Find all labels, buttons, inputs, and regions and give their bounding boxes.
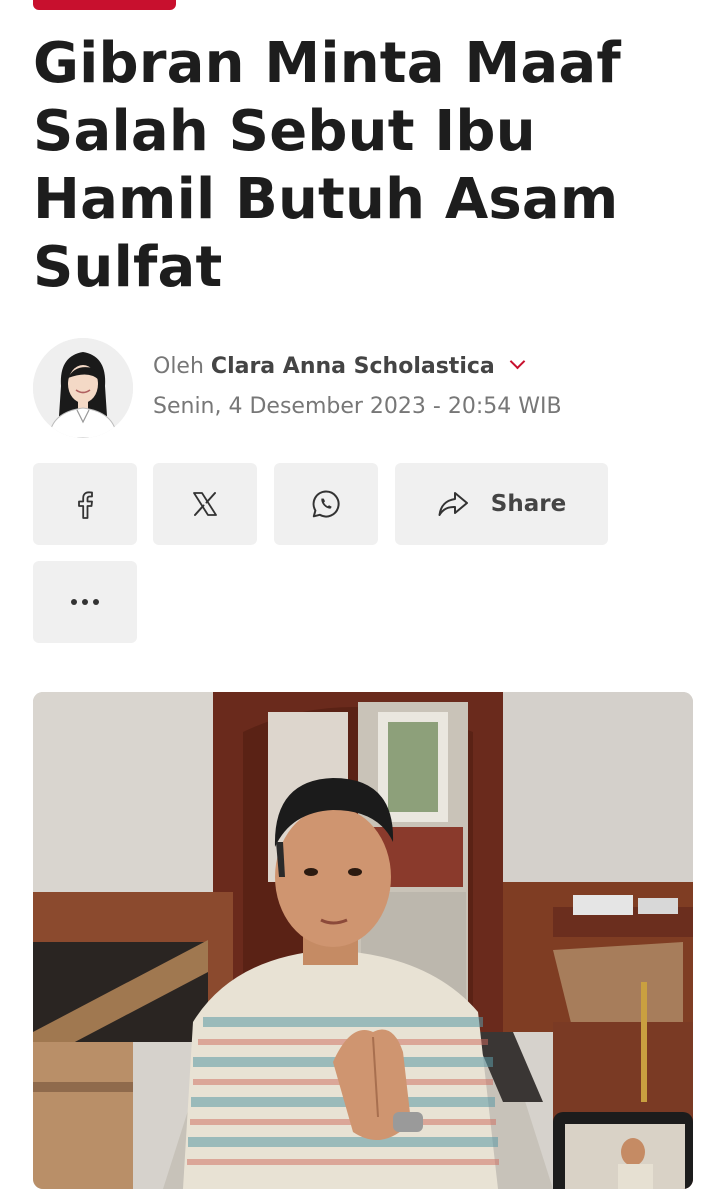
whatsapp-share-button[interactable] — [274, 463, 378, 545]
article-hero-image[interactable] — [33, 692, 693, 1189]
publish-date: Senin, 4 Desember 2023 - 20:54 WIB — [153, 394, 562, 419]
more-options-button[interactable] — [33, 561, 137, 643]
author-row: Oleh Clara Anna Scholastica Senin, 4 Des… — [33, 338, 693, 438]
share-arrow-icon — [437, 490, 469, 518]
facebook-icon — [72, 489, 98, 519]
whatsapp-icon — [310, 488, 342, 520]
facebook-share-button[interactable] — [33, 463, 137, 545]
x-icon — [191, 490, 219, 518]
author-name[interactable]: Clara Anna Scholastica — [211, 354, 495, 379]
share-label: Share — [490, 491, 567, 517]
category-badge[interactable] — [33, 0, 176, 10]
chevron-down-icon[interactable] — [509, 353, 526, 370]
more-icon — [70, 598, 100, 606]
share-button[interactable]: Share — [395, 463, 608, 545]
author-avatar[interactable] — [33, 338, 133, 438]
article-headline: Gibran Minta Maaf Salah Sebut Ibu Hamil … — [33, 31, 621, 300]
x-share-button[interactable] — [153, 463, 257, 545]
byline: Oleh Clara Anna Scholastica — [153, 353, 526, 379]
byline-prefix: Oleh — [153, 354, 204, 379]
